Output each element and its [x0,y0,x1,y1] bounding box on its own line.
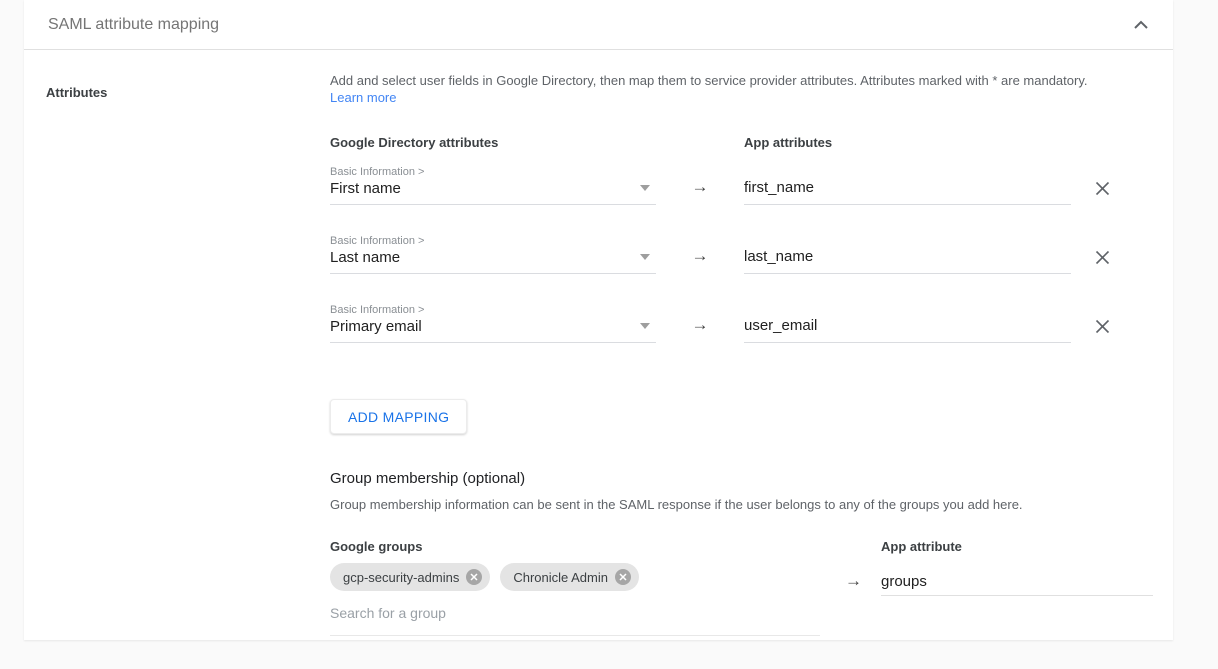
directory-attribute-select-first-name[interactable]: Basic Information > First name [330,165,656,205]
mapping-row: Basic Information > First name → [330,165,1173,205]
group-membership-description: Group membership information can be sent… [330,497,1173,513]
close-icon [619,573,627,581]
app-attributes-header: App attributes [744,135,1071,151]
close-icon [470,573,478,581]
group-chip: Chronicle Admin [500,563,639,591]
app-attribute-input[interactable] [744,179,1071,196]
attributes-description: Add and select user fields in Google Dir… [330,72,1150,89]
close-icon [1095,250,1110,265]
google-directory-attributes-header: Google Directory attributes [330,135,656,151]
dropdown-caret-icon [640,185,650,191]
app-attribute-label: App attribute [881,539,1153,555]
app-attribute-input[interactable] [744,317,1071,334]
group-chip: gcp-security-admins [330,563,490,591]
chip-remove-icon[interactable] [615,569,631,585]
panel-title: SAML attribute mapping [48,16,219,34]
group-search-input[interactable] [330,605,820,621]
group-app-attribute-block: App attribute [881,539,1153,596]
attribute-category: Basic Information > [330,234,656,248]
attribute-field: Last name [330,248,656,268]
arrow-right-icon: → [656,246,744,274]
group-membership-title: Group membership (optional) [330,470,1173,488]
attribute-category: Basic Information > [330,165,656,179]
group-mapping-row: Google groups gcp-security-admins [330,539,1173,636]
arrow-right-icon: → [845,571,862,591]
app-attribute-field [744,179,1071,205]
attributes-content: Add and select user fields in Google Dir… [330,72,1173,636]
attribute-category: Basic Information > [330,303,656,317]
mapping-row: Basic Information > Last name → [330,234,1173,274]
app-attribute-input[interactable] [744,248,1071,265]
attribute-field: First name [330,179,656,199]
group-search-field [330,605,820,636]
close-icon [1095,181,1110,196]
chevron-up-icon [1133,20,1149,30]
group-app-attribute-input[interactable] [881,573,1153,590]
app-attribute-field [744,317,1071,343]
remove-mapping-button[interactable] [1095,181,1110,205]
dropdown-caret-icon [640,254,650,260]
directory-attribute-select-primary-email[interactable]: Basic Information > Primary email [330,303,656,343]
mapping-table-header: Google Directory attributes App attribut… [330,135,1173,151]
chip-remove-icon[interactable] [466,569,482,585]
panel-header: SAML attribute mapping [24,0,1173,50]
attributes-section-label: Attributes [46,85,107,100]
mapping-row: Basic Information > Primary email → [330,303,1173,343]
learn-more-link[interactable]: Learn more [330,89,396,106]
header-spacer [656,135,744,151]
close-icon [1095,319,1110,334]
dropdown-caret-icon [640,323,650,329]
collapse-panel-button[interactable] [1129,16,1153,34]
mapping-table: Google Directory attributes App attribut… [330,135,1173,343]
arrow-right-icon: → [656,315,744,343]
app-attribute-field [744,248,1071,274]
group-app-attribute-field [881,573,1153,596]
remove-mapping-button[interactable] [1095,319,1110,343]
arrow-right-icon: → [656,177,744,205]
saml-attribute-mapping-panel: SAML attribute mapping Attributes Add an… [24,0,1173,640]
attribute-field: Primary email [330,317,656,337]
add-mapping-button[interactable]: ADD MAPPING [330,399,467,434]
group-chip-label: Chronicle Admin [513,570,608,585]
remove-mapping-button[interactable] [1095,250,1110,274]
group-chip-label: gcp-security-admins [343,570,459,585]
directory-attribute-select-last-name[interactable]: Basic Information > Last name [330,234,656,274]
